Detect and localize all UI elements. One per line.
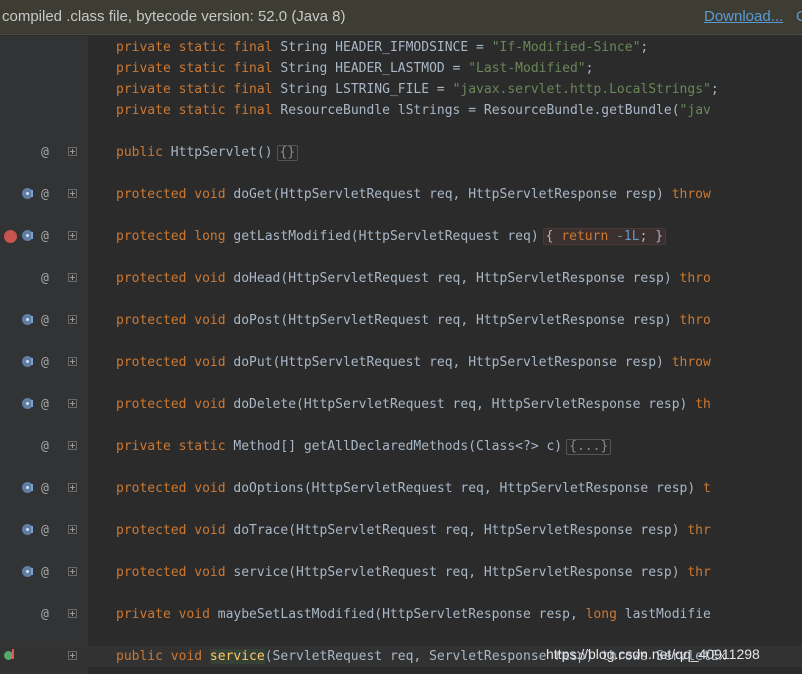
down-arrow-icon [31,190,33,197]
code-text: protected void doGet(HttpServletRequest … [116,187,711,202]
code-line-method[interactable]: @ protected void service(HttpServletReque… [0,562,802,583]
down-arrow-icon [31,526,33,533]
annotation-icon: @ [41,523,49,538]
code-text: protected void doHead(HttpServletRequest… [116,271,711,286]
code-line-field[interactable]: private static final String HEADER_LASTM… [0,58,802,79]
fold-expand-icon[interactable] [68,525,77,534]
code-text: private static final ResourceBundle lStr… [116,103,711,118]
code-line-field[interactable]: private static final ResourceBundle lStr… [0,100,802,121]
code-text: private static final String LSTRING_FILE… [116,82,719,97]
folded-body[interactable]: {...} [566,439,612,455]
code-line-method[interactable]: @ protected void doPost(HttpServletReques… [0,310,802,331]
down-arrow-icon [31,316,33,323]
down-arrow-icon [31,484,33,491]
code-text: protected void doDelete(HttpServletReque… [116,397,711,412]
fold-expand-icon[interactable] [68,315,77,324]
down-arrow-icon [31,568,33,575]
folded-body[interactable]: { return -1L; } [542,228,667,245]
annotation-icon: @ [41,355,49,370]
annotation-icon: @ [41,565,49,580]
annotation-icon: @ [41,271,49,286]
down-arrow-icon [31,358,33,365]
code-text: private static final String HEADER_LASTM… [116,61,594,76]
annotation-icon: @ [41,229,49,244]
code-text: private static final String HEADER_IFMOD… [116,40,649,55]
code-line-method[interactable]: @ protected void doTrace(HttpServletReque… [0,520,802,541]
fold-expand-icon[interactable] [68,609,77,618]
code-line-field[interactable]: private static final String HEADER_IFMOD… [0,37,802,58]
code-text: protected void doPost(HttpServletRequest… [116,313,711,328]
code-line-method[interactable]: @ public HttpServlet(){} [0,142,802,163]
code-line-method[interactable]: @ protected void doHead(HttpServletReques… [0,268,802,289]
annotation-icon: @ [41,145,49,160]
code-line-method[interactable]: @ protected void doGet(HttpServletRequest… [0,184,802,205]
fold-expand-icon[interactable] [68,651,77,660]
watermark: https://blog.csdn.net/qq_40911298 [546,646,760,662]
up-arrow-icon [12,649,14,659]
code-text: protected void doTrace(HttpServletReques… [116,523,711,538]
fold-expand-icon[interactable] [68,273,77,282]
fold-expand-icon[interactable] [68,357,77,366]
code-text: public HttpServlet(){} [116,142,299,163]
download-sources-link[interactable]: Download... [704,8,783,25]
code-text: protected void service(HttpServletReques… [116,565,711,580]
fold-expand-icon[interactable] [68,483,77,492]
fold-expand-icon[interactable] [68,567,77,576]
code-text: private void maybeSetLastModified(HttpSe… [116,607,711,622]
down-arrow-icon [31,232,33,239]
code-text: protected void doOptions(HttpServletRequ… [116,481,711,496]
annotation-icon: @ [41,481,49,496]
code-line-field[interactable]: private static final String LSTRING_FILE… [0,79,802,100]
breakpoint-icon[interactable] [4,230,17,243]
annotation-icon: @ [41,397,49,412]
code-line-method[interactable]: @ private static Method[] getAllDeclaredM… [0,436,802,457]
down-arrow-icon [31,400,33,407]
code-line-method[interactable]: @ protected void doDelete(HttpServletRequ… [0,394,802,415]
decompiled-banner: compiled .class file, bytecode version: … [0,0,802,35]
code-line-method[interactable]: @ protected void doPut(HttpServletRequest… [0,352,802,373]
fold-expand-icon[interactable] [68,189,77,198]
code-text: protected void doPut(HttpServletRequest … [116,355,711,370]
fold-expand-icon[interactable] [68,441,77,450]
code-text: private static Method[] getAllDeclaredMe… [116,436,612,457]
banner-extra-link[interactable]: C [796,8,802,25]
annotation-icon: @ [41,187,49,202]
annotation-icon: @ [41,607,49,622]
fold-expand-icon[interactable] [68,231,77,240]
code-text: protected long getLastModified(HttpServl… [116,226,667,247]
annotation-icon: @ [41,313,49,328]
annotation-icon: @ [41,439,49,454]
code-line-method[interactable]: @ private void maybeSetLastModified(HttpS… [0,604,802,625]
fold-expand-icon[interactable] [68,399,77,408]
banner-message: compiled .class file, bytecode version: … [2,8,346,25]
folded-body[interactable]: {} [276,145,299,161]
code-line-method[interactable]: @ protected void doOptions(HttpServletReq… [0,478,802,499]
code-line-method[interactable]: @ protected long getLastModified(HttpServ… [0,226,802,247]
fold-expand-icon[interactable] [68,147,77,156]
